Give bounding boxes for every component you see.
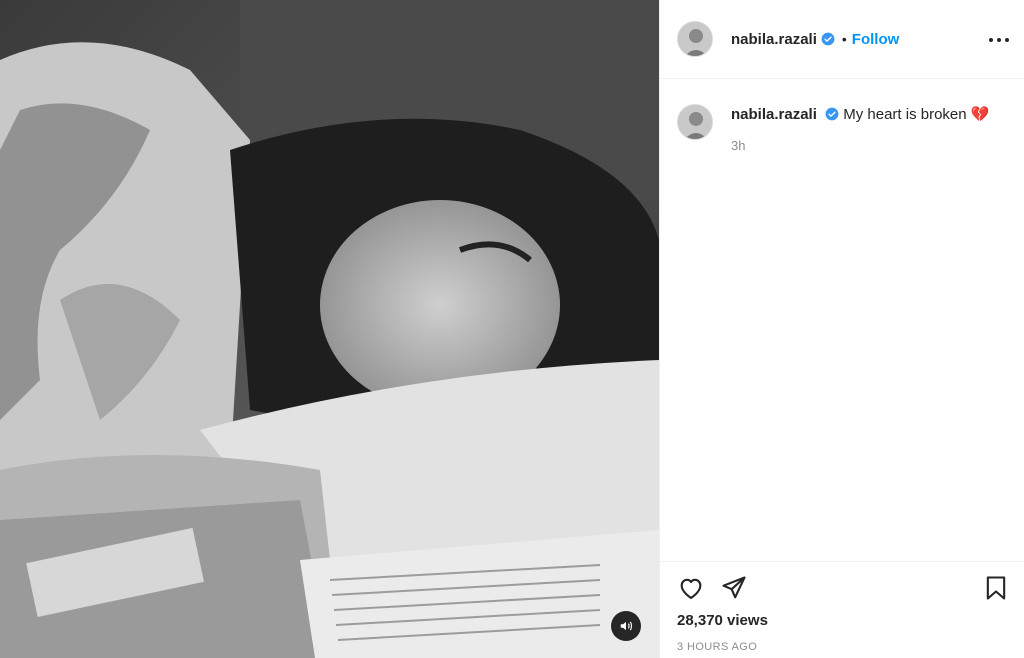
send-icon[interactable] [720, 574, 748, 602]
caption-text: My heart is broken 💔 [843, 106, 990, 123]
avatar[interactable] [677, 21, 713, 57]
caption-avatar[interactable] [677, 104, 713, 140]
heart-icon[interactable] [677, 574, 705, 602]
separator-dot: • [841, 31, 847, 47]
post-sidebar: nabila.razali • Follow nabila.razali My … [659, 0, 1024, 658]
caption: nabila.razali My heart is broken 💔 3h [660, 79, 1024, 153]
caption-line: nabila.razali My heart is broken 💔 [731, 106, 989, 124]
caption-time[interactable]: 3h [731, 138, 989, 153]
post-timestamp[interactable]: 3 HOURS AGO [677, 641, 757, 653]
bookmark-icon[interactable] [982, 574, 1010, 602]
video-frame [0, 0, 659, 658]
caption-username-link[interactable]: nabila.razali [731, 106, 817, 123]
speaker-icon [620, 621, 632, 631]
action-icons [660, 562, 1024, 614]
more-options-button[interactable] [989, 30, 1009, 50]
action-bar: 28,370 views 3 HOURS AGO [660, 561, 1024, 658]
verified-badge-icon [825, 107, 839, 121]
post-video[interactable] [0, 0, 659, 658]
follow-button[interactable]: Follow [852, 31, 900, 48]
avatar-image [678, 22, 712, 56]
username-link[interactable]: nabila.razali [731, 31, 817, 48]
views-count[interactable]: 28,370 views [677, 612, 768, 629]
instagram-post: nabila.razali • Follow nabila.razali My … [0, 0, 1024, 658]
post-header: nabila.razali • Follow [660, 0, 1024, 79]
audio-toggle-button[interactable] [611, 611, 641, 641]
verified-badge-icon [821, 32, 835, 46]
more-options-icon [989, 38, 993, 42]
caption-body: nabila.razali My heart is broken 💔 3h [731, 104, 989, 153]
avatar-image [678, 105, 712, 139]
